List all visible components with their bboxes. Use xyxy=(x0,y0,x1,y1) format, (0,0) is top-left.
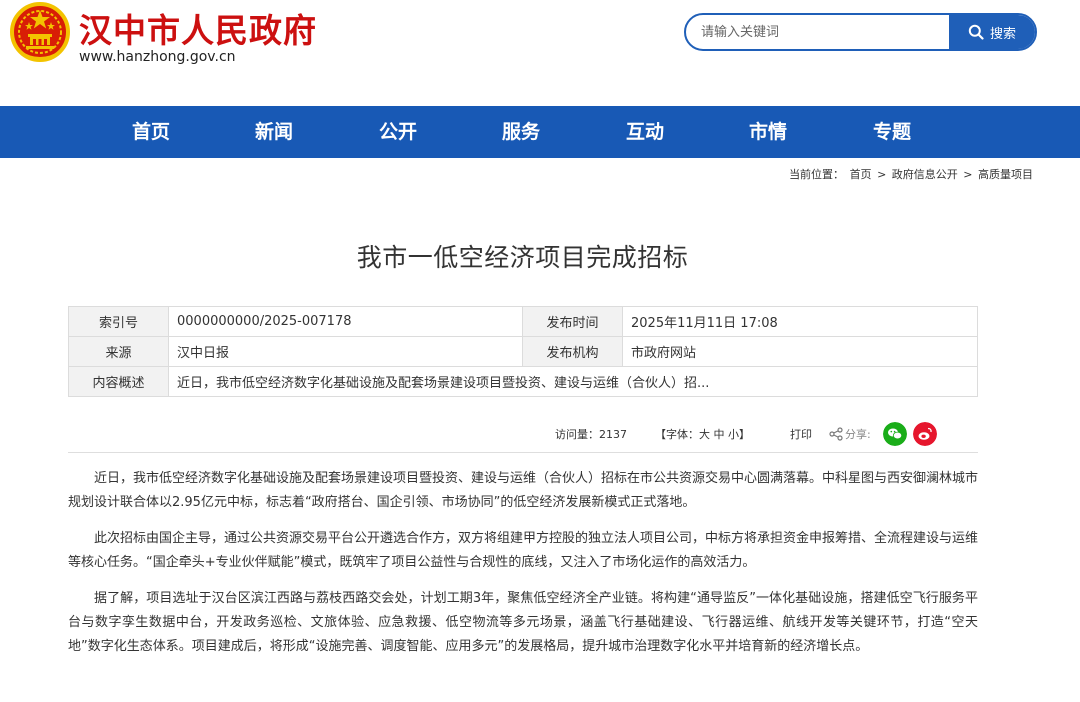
nav-item-public[interactable]: 公开 xyxy=(358,106,438,158)
paragraph: 据了解，项目选址于汉台区滨江西路与荔枝西路交会处，计划工期3年，聚焦低空经济全产… xyxy=(68,591,978,654)
view-count-value: 2137 xyxy=(599,428,627,441)
font-size-suffix: 】 xyxy=(739,428,750,441)
table-row: 索引号 0000000000/2025-007178 发布时间 2025年11月… xyxy=(68,306,978,337)
summary-label: 内容概述 xyxy=(68,366,169,397)
national-emblem-icon[interactable] xyxy=(9,2,71,64)
nav-item-city-info[interactable]: 市情 xyxy=(728,106,808,158)
source-label: 来源 xyxy=(68,336,169,367)
nav-item-services[interactable]: 服务 xyxy=(481,106,561,158)
font-size-control: 【字体：大 中 小】 xyxy=(655,426,750,442)
paragraph: 此次招标由国企主导，通过公共资源交易平台公开遴选合作方，双方将组建甲方控股的独立… xyxy=(68,531,979,570)
view-count-label: 访问量： xyxy=(555,428,599,441)
print-button[interactable]: 打印 xyxy=(790,426,812,442)
index-label: 索引号 xyxy=(68,306,169,337)
search-box: 搜索 xyxy=(684,13,1037,51)
breadcrumb-prefix: 当前位置： xyxy=(789,168,845,181)
nav-item-home[interactable]: 首页 xyxy=(111,106,191,158)
index-value: 0000000000/2025-007178 xyxy=(168,306,523,337)
source-value: 汉中日报 xyxy=(168,336,523,367)
wechat-icon[interactable] xyxy=(883,422,907,446)
view-count: 访问量：2137 xyxy=(555,426,627,442)
font-size-large[interactable]: 大 xyxy=(699,428,710,441)
breadcrumb-item-projects[interactable]: 高质量项目 xyxy=(978,168,1033,181)
summary-value: 近日，我市低空经济数字化基础设施及配套场景建设项目暨投资、建设与运维（合伙人）招… xyxy=(168,366,978,397)
share-icon xyxy=(829,427,843,441)
breadcrumb-separator: > xyxy=(963,168,973,181)
table-row: 来源 汉中日报 发布机构 市政府网站 xyxy=(68,336,978,367)
site-header: 汉中市人民政府 www.hanzhong.gov.cn 搜索 xyxy=(0,0,1080,106)
main-nav: 首页 新闻 公开 服务 互动 市情 专题 xyxy=(0,106,1080,158)
table-row: 内容概述 近日，我市低空经济数字化基础设施及配套场景建设项目暨投资、建设与运维（… xyxy=(68,366,978,397)
font-size-prefix: 【字体： xyxy=(655,428,699,441)
search-input[interactable] xyxy=(686,15,952,49)
page-title: 我市一低空经济项目完成招标 xyxy=(356,243,689,272)
search-icon xyxy=(968,24,984,40)
publish-time-label: 发布时间 xyxy=(522,306,623,337)
publish-time-value: 2025年11月11日 17:08 xyxy=(622,306,978,337)
search-button[interactable]: 搜索 xyxy=(949,15,1035,49)
breadcrumb-item-gov-info[interactable]: 政府信息公开 xyxy=(892,168,958,181)
breadcrumb-separator: > xyxy=(877,168,887,181)
font-size-medium[interactable]: 中 xyxy=(714,428,725,441)
divider xyxy=(68,452,978,453)
paragraph: 近日，我市低空经济数字化基础设施及配套场景建设项目暨投资、建设与运维（合伙人）招… xyxy=(68,471,979,510)
publisher-value: 市政府网站 xyxy=(622,336,978,367)
article-body: 近日，我市低空经济数字化基础设施及配套场景建设项目暨投资、建设与运维（合伙人）招… xyxy=(68,467,978,671)
breadcrumb: 当前位置： 首页 > 政府信息公开 > 高质量项目 xyxy=(788,166,1034,182)
nav-item-news[interactable]: 新闻 xyxy=(234,106,314,158)
breadcrumb-item-home[interactable]: 首页 xyxy=(850,168,872,181)
article-tools: 访问量：2137 【字体：大 中 小】 打印 分享: xyxy=(0,420,1080,446)
share-label: 分享: xyxy=(845,428,871,441)
nav-item-interaction[interactable]: 互动 xyxy=(605,106,685,158)
publisher-label: 发布机构 xyxy=(522,336,623,367)
weibo-icon[interactable] xyxy=(913,422,937,446)
article-meta-table: 索引号 0000000000/2025-007178 发布时间 2025年11月… xyxy=(68,306,978,397)
nav-item-topics[interactable]: 专题 xyxy=(852,106,932,158)
search-button-label: 搜索 xyxy=(989,25,1016,41)
site-title[interactable]: 汉中市人民政府 xyxy=(79,4,317,52)
site-url: www.hanzhong.gov.cn xyxy=(79,49,236,65)
font-size-small[interactable]: 小 xyxy=(728,428,739,441)
